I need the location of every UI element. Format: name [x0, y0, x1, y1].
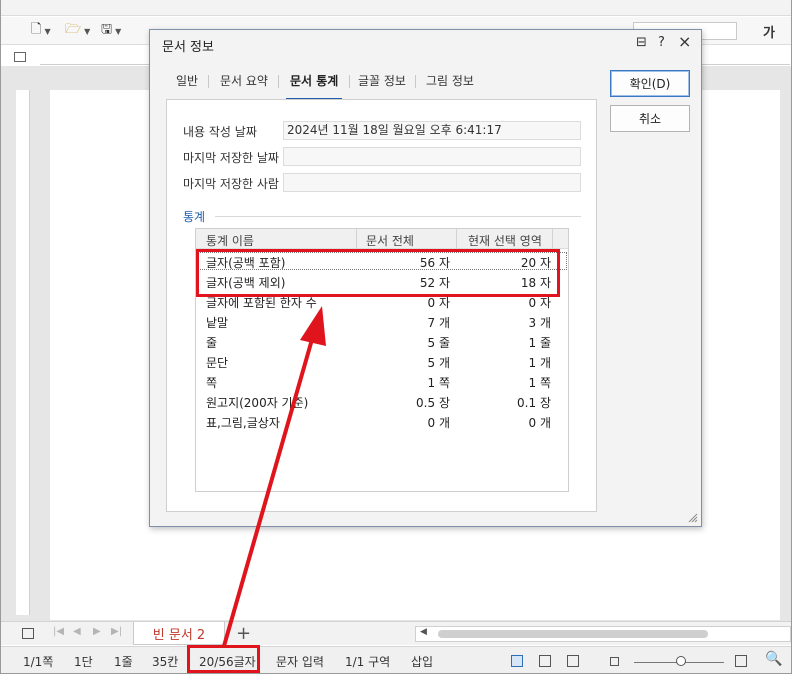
annotation-arrow-icon: [222, 306, 326, 647]
